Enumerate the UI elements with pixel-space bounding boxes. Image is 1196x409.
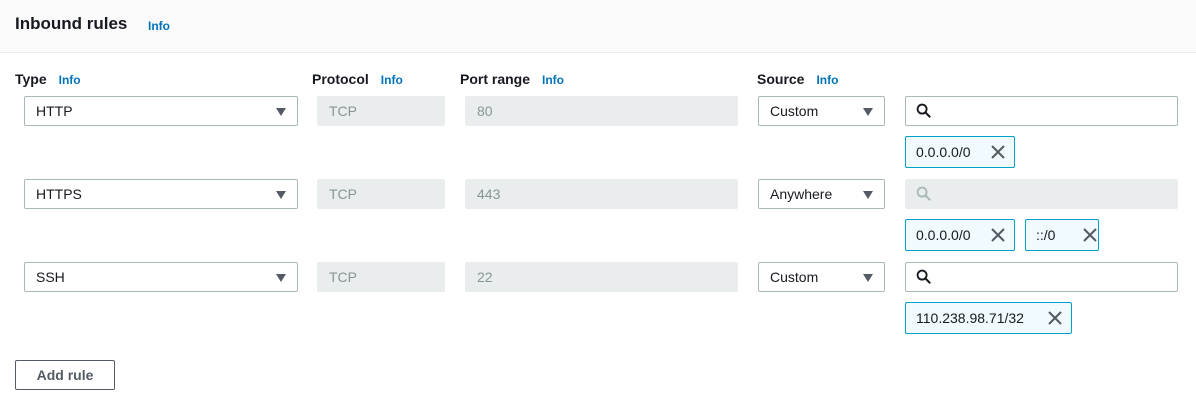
column-header-protocol: Protocol Info bbox=[312, 71, 403, 87]
port-range-field: 22 bbox=[465, 262, 738, 292]
type-select-value: HTTPS bbox=[36, 186, 82, 202]
close-icon[interactable] bbox=[1082, 227, 1098, 243]
panel-header: Inbound rules Info bbox=[0, 0, 1196, 53]
caret-down-icon bbox=[276, 191, 286, 199]
search-icon bbox=[916, 186, 931, 201]
column-label: Source bbox=[757, 71, 805, 87]
cidr-token: 0.0.0.0/0 bbox=[905, 219, 1015, 251]
info-link[interactable]: Info bbox=[542, 73, 564, 87]
caret-down-icon bbox=[863, 191, 873, 199]
source-select[interactable]: Anywhere bbox=[758, 179, 885, 209]
search-icon bbox=[916, 103, 931, 118]
caret-down-icon bbox=[276, 108, 286, 116]
source-select-value: Custom bbox=[770, 103, 819, 119]
source-select-value: Anywhere bbox=[770, 186, 833, 202]
caret-down-icon bbox=[276, 274, 286, 282]
info-link[interactable]: Info bbox=[381, 73, 403, 87]
type-select-value: SSH bbox=[36, 269, 65, 285]
close-icon[interactable] bbox=[990, 227, 1006, 243]
type-select[interactable]: HTTP bbox=[24, 96, 298, 126]
cidr-search-input bbox=[905, 179, 1178, 209]
type-select-value: HTTP bbox=[36, 103, 73, 119]
add-rule-button[interactable]: Add rule bbox=[15, 360, 115, 390]
info-link[interactable]: Info bbox=[148, 19, 170, 33]
cidr-token-label: 0.0.0.0/0 bbox=[916, 144, 971, 160]
column-header-port-range: Port range Info bbox=[460, 71, 564, 87]
column-header-source: Source Info bbox=[757, 71, 838, 87]
protocol-field: TCP bbox=[317, 179, 445, 209]
cidr-token-label: ::/0 bbox=[1036, 227, 1056, 243]
close-icon[interactable] bbox=[990, 144, 1006, 160]
page-title: Inbound rules bbox=[15, 14, 128, 33]
column-label: Type bbox=[15, 71, 47, 87]
cidr-token: 0.0.0.0/0 bbox=[905, 136, 1015, 168]
info-link[interactable]: Info bbox=[816, 73, 838, 87]
column-label: Protocol bbox=[312, 71, 369, 87]
cidr-token-label: 0.0.0.0/0 bbox=[916, 227, 971, 243]
port-range-field: 80 bbox=[465, 96, 738, 126]
info-link[interactable]: Info bbox=[59, 73, 81, 87]
cidr-search-input[interactable] bbox=[905, 262, 1178, 292]
search-icon bbox=[916, 269, 931, 284]
port-range-field: 443 bbox=[465, 179, 738, 209]
caret-down-icon bbox=[863, 108, 873, 116]
column-header-type: Type Info bbox=[15, 71, 81, 87]
source-select[interactable]: Custom bbox=[758, 262, 885, 292]
type-select[interactable]: SSH bbox=[24, 262, 298, 292]
source-select-value: Custom bbox=[770, 269, 819, 285]
source-select[interactable]: Custom bbox=[758, 96, 885, 126]
caret-down-icon bbox=[863, 274, 873, 282]
close-icon[interactable] bbox=[1047, 310, 1063, 326]
cidr-token-label: 110.238.98.71/32 bbox=[916, 310, 1024, 326]
cidr-search-input[interactable] bbox=[905, 96, 1178, 126]
cidr-token: ::/0 bbox=[1025, 219, 1099, 251]
type-select[interactable]: HTTPS bbox=[24, 179, 298, 209]
cidr-token: 110.238.98.71/32 bbox=[905, 302, 1072, 334]
protocol-field: TCP bbox=[317, 262, 445, 292]
protocol-field: TCP bbox=[317, 96, 445, 126]
column-label: Port range bbox=[460, 71, 531, 87]
